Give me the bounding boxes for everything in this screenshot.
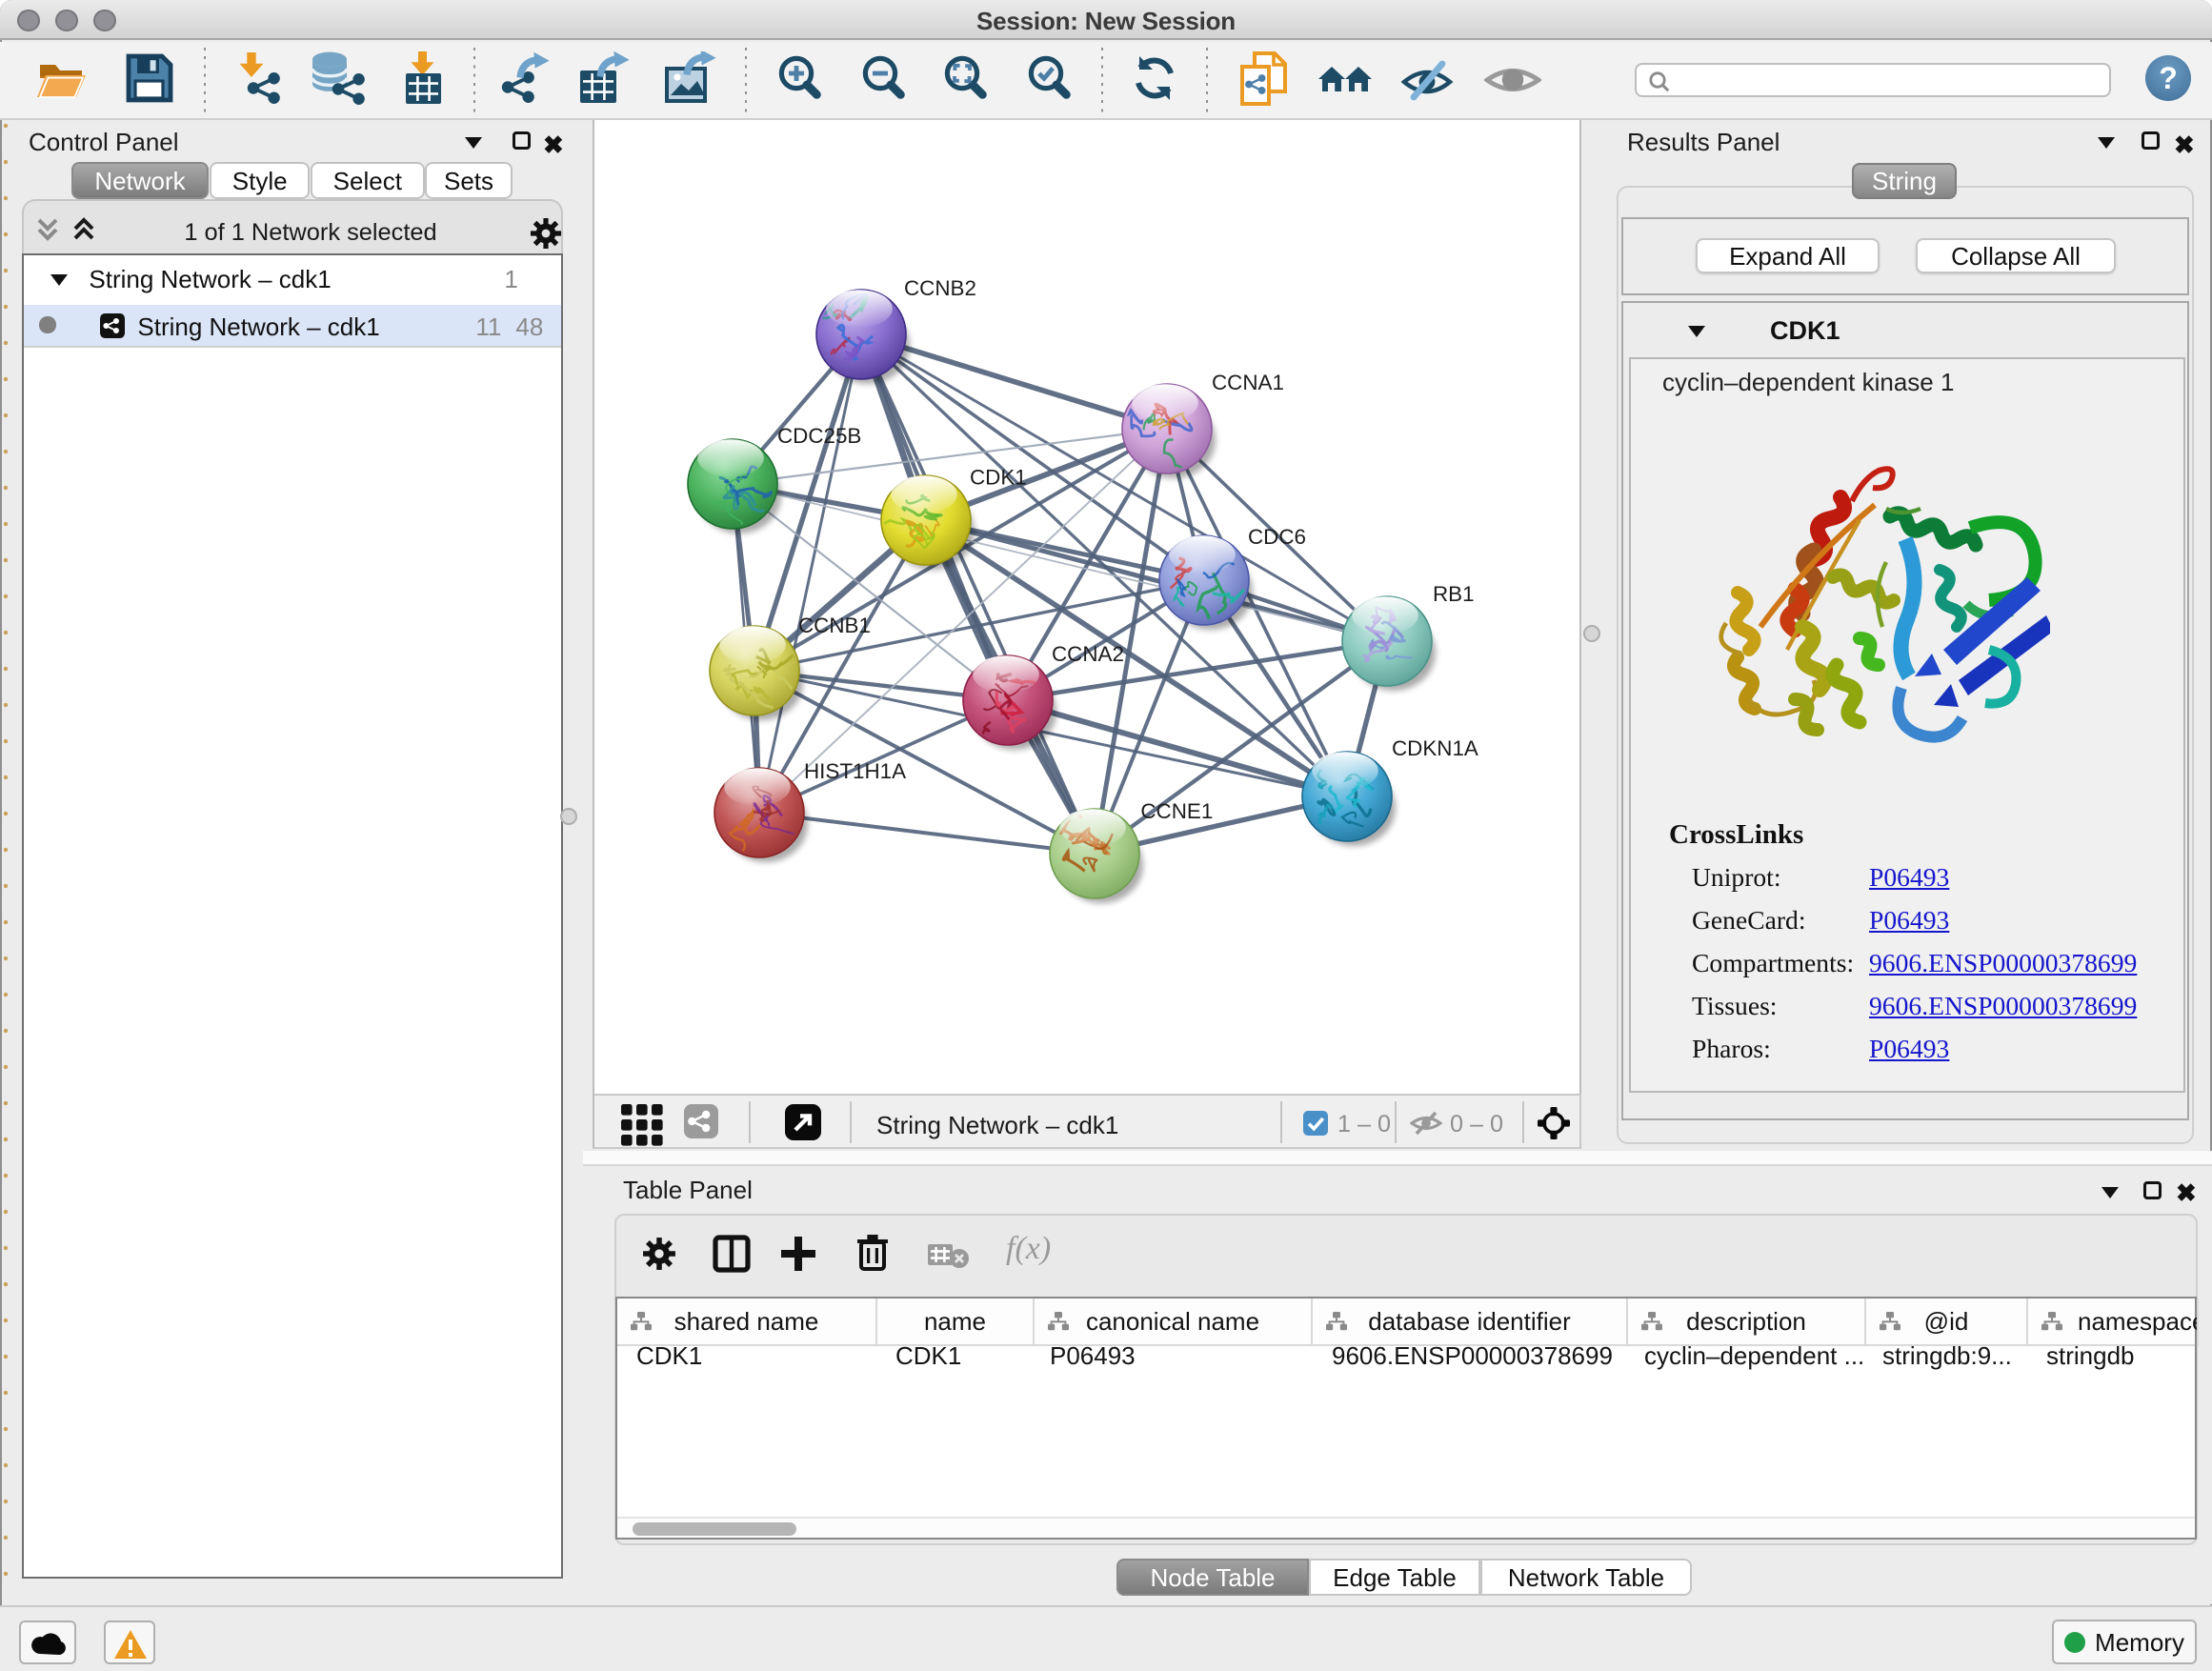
svg-text:CCNA1: CCNA1 — [1212, 371, 1284, 394]
svg-text:CDKN1A: CDKN1A — [1392, 736, 1478, 760]
svg-text:CCNA2: CCNA2 — [1052, 642, 1124, 666]
svg-text:CCNE1: CCNE1 — [1140, 799, 1213, 823]
svg-text:HIST1H1A: HIST1H1A — [804, 759, 906, 783]
svg-text:CDK1: CDK1 — [970, 465, 1027, 489]
svg-text:CCNB1: CCNB1 — [798, 614, 871, 637]
svg-text:CDC6: CDC6 — [1248, 525, 1306, 549]
svg-text:CDC25B: CDC25B — [777, 424, 861, 448]
svg-text:RB1: RB1 — [1433, 582, 1475, 606]
svg-text:CCNB2: CCNB2 — [904, 276, 976, 300]
